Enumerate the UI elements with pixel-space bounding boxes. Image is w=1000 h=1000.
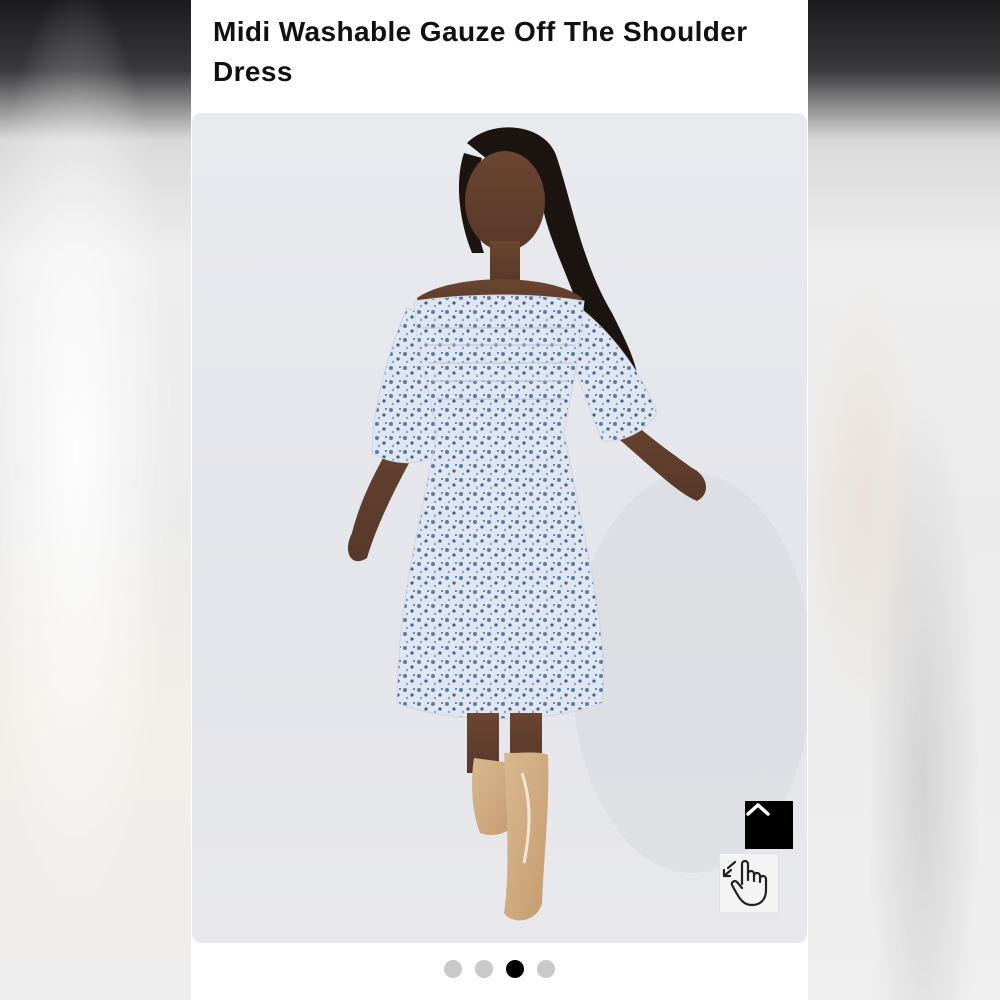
pagination-dot-3-active[interactable]: [506, 960, 524, 978]
model-illustration: [347, 127, 807, 921]
blurred-background-right: [808, 0, 1000, 1000]
pagination-dot-2[interactable]: [475, 960, 493, 978]
chevron-up-icon: [746, 803, 770, 816]
product-image[interactable]: [192, 113, 807, 943]
hand-pointer-icon: [722, 859, 768, 907]
scroll-to-top-button[interactable]: [745, 801, 793, 849]
product-card: Midi Washable Gauze Off The Shoulder Dre…: [191, 0, 808, 1000]
product-title: Midi Washable Gauze Off The Shoulder Dre…: [213, 16, 748, 87]
gallery-pagination: [191, 960, 808, 980]
pagination-dot-4[interactable]: [537, 960, 555, 978]
pagination-dot-1[interactable]: [444, 960, 462, 978]
zoom-image-button[interactable]: [719, 853, 779, 913]
blurred-background-left: [0, 0, 191, 1000]
